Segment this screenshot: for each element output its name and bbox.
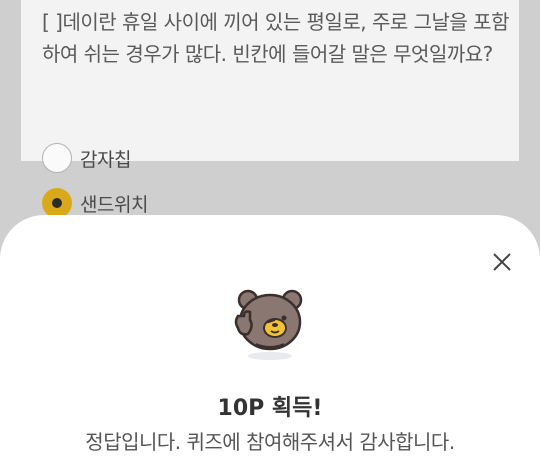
radio-dot (52, 198, 62, 208)
quiz-question: [ ]데이란 휴일 사이에 끼어 있는 평일로, 주로 그날을 포함하여 쉬는 … (42, 10, 509, 66)
option-label: 감자칩 (80, 148, 131, 171)
radio-button-selected[interactable] (42, 188, 72, 218)
close-button[interactable] (488, 248, 516, 276)
option-potato-chips[interactable]: 감자칩 (42, 143, 131, 173)
bear-thumbs-up-icon (234, 289, 303, 360)
close-icon (493, 253, 511, 271)
option-label: 샌드위치 (80, 193, 148, 216)
reward-message: 정답입니다. 퀴즈에 참여해주셔서 감사합니다. (85, 430, 455, 454)
reward-title: 10P 획득! (217, 396, 323, 421)
radio-button[interactable] (42, 143, 72, 173)
option-sandwich[interactable]: 샌드위치 (42, 188, 148, 218)
